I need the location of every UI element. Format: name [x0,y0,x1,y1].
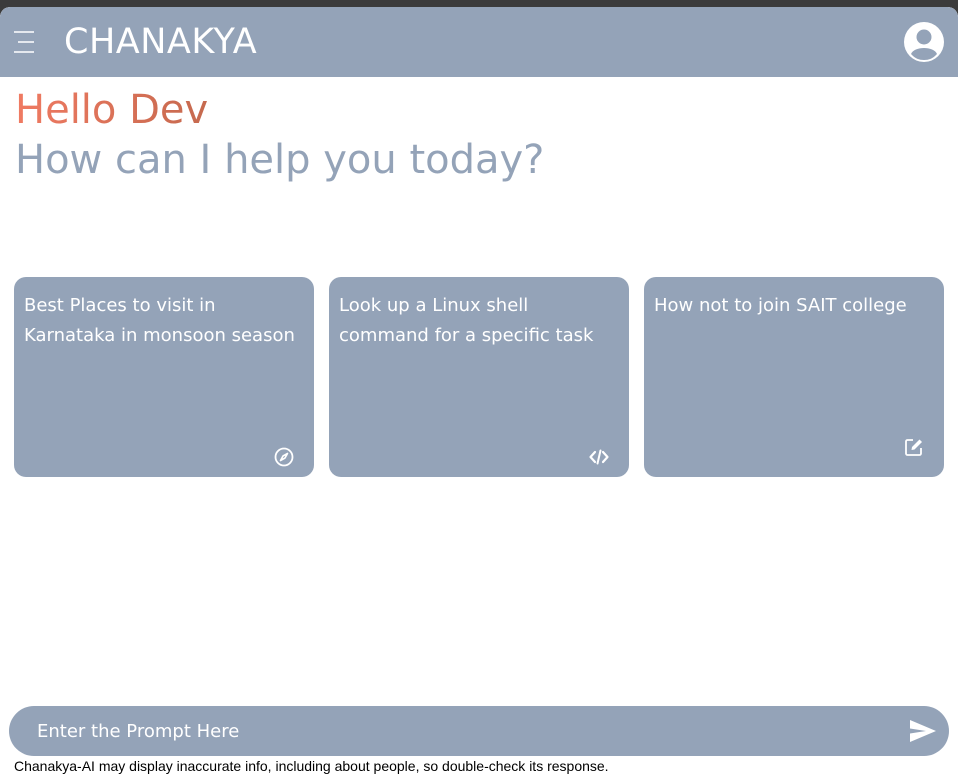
avatar[interactable] [903,21,945,63]
code-icon [589,449,609,465]
app-title: CHANAKYA [64,22,258,62]
suggestion-card-text: Best Places to visit in Karnataka in mon… [24,295,295,346]
greeting-heading: Hello Dev [15,87,209,133]
app-window: CHANAKYA Hello Dev How can I help you to… [0,7,958,777]
suggestion-card-karnataka[interactable]: Best Places to visit in Karnataka in mon… [14,277,314,477]
send-icon [910,720,936,742]
hamburger-menu-icon [14,31,34,53]
suggestion-card-sait[interactable]: How not to join SAIT college [644,277,944,477]
send-button[interactable] [909,718,937,744]
suggestion-card-linux[interactable]: Look up a Linux shell command for a spec… [329,277,629,477]
disclaimer-text: Chanakya-AI may display inaccurate info,… [14,758,609,774]
header-bar: CHANAKYA [0,7,958,77]
menu-button[interactable] [12,29,36,55]
greeting-subtitle: How can I help you today? [15,137,545,183]
suggestion-card-text: How not to join SAIT college [654,295,907,316]
prompt-input[interactable] [37,706,897,756]
edit-icon [905,439,922,456]
prompt-bar [9,706,949,756]
compass-icon [274,447,294,467]
suggestion-card-text: Look up a Linux shell command for a spec… [339,295,594,346]
user-circle-icon [904,22,944,62]
